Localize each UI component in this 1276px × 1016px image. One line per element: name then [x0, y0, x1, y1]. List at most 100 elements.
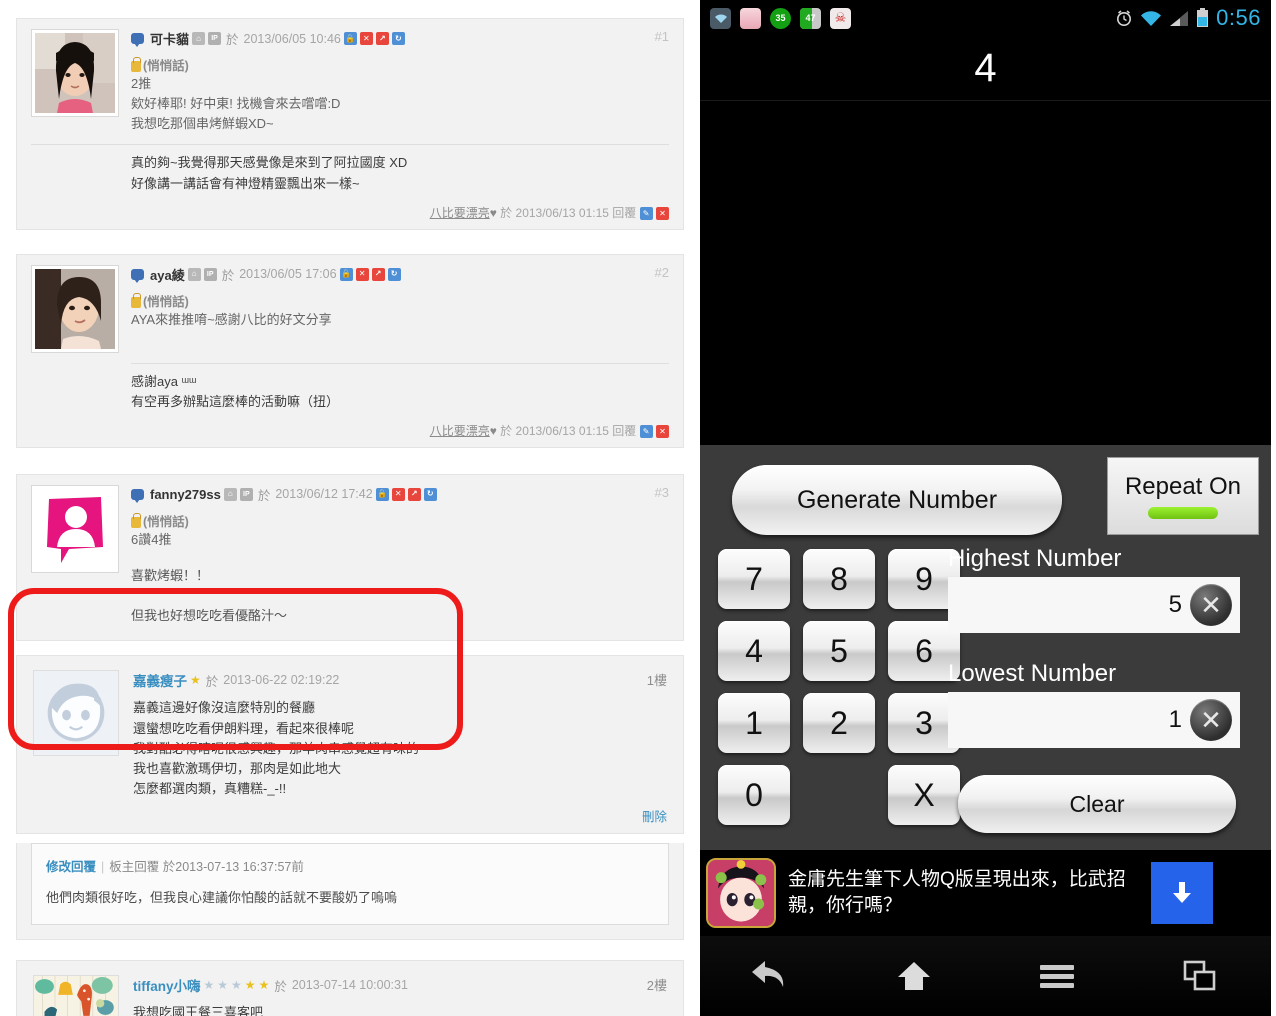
secret-note: (悄悄話) — [131, 511, 669, 530]
key-8[interactable]: 8 — [803, 549, 875, 609]
comment-line: 怎麼都選肉類，真糟糕-_-!! — [133, 780, 287, 796]
lock-icon[interactable]: 🔒 — [339, 267, 353, 281]
red-no-signal-icon: ☠ — [830, 7, 851, 29]
board-reply-box: 修改回覆 | 板主回覆 於2013-07-13 16:37:57前 他們肉類很好吃，… — [31, 843, 669, 926]
repeat-toggle-button[interactable]: Repeat On — [1107, 457, 1259, 535]
lowest-number-input[interactable]: 1 ✕ — [948, 692, 1240, 748]
avatar[interactable] — [33, 670, 119, 757]
home-icon[interactable]: ⌂ — [223, 487, 237, 501]
avatar[interactable] — [31, 29, 119, 117]
reply-at-label: 於 — [500, 423, 513, 438]
wifi-icon — [1141, 10, 1162, 26]
key-x-backspace[interactable]: X — [888, 765, 960, 825]
quote-icon[interactable]: ↗ — [407, 487, 421, 501]
home-icon — [898, 962, 931, 990]
avatar-animal-pattern — [34, 976, 118, 1016]
comment-header: 嘉義瘦子 ★ 於 2013-06-22 02:19:22 — [133, 670, 667, 690]
avatar[interactable] — [31, 264, 119, 353]
star-icon: ★ — [203, 978, 215, 993]
key-4[interactable]: 4 — [718, 621, 790, 681]
post-reply-line: 有空再多辦點這麼棒的活動嘛（扭） — [131, 393, 340, 409]
lowest-number-value: 1 — [1168, 706, 1182, 733]
edit-reply-link[interactable]: 修改回覆 — [46, 860, 96, 874]
refresh-icon[interactable]: ↻ — [387, 267, 401, 281]
edit-icon[interactable]: ✎ — [639, 425, 653, 439]
highest-number-input[interactable]: 5 ✕ — [948, 577, 1240, 633]
post-datetime: 2013/06/12 17:42 — [275, 487, 373, 502]
quote-icon[interactable]: ↗ — [375, 32, 389, 45]
avatar[interactable] — [31, 484, 119, 573]
post-username[interactable]: fanny279ss — [150, 487, 221, 502]
highest-number-value: 5 — [1168, 591, 1182, 618]
comment-line: 我想吃國王餐三喜客吧 — [133, 1005, 264, 1016]
refresh-icon[interactable]: ↻ — [423, 487, 437, 501]
comment-at-label: 於 — [274, 979, 287, 994]
post-datetime: 2013/06/05 17:06 — [239, 267, 337, 282]
secret-note: (悄悄話) — [131, 55, 669, 74]
avatar[interactable] — [33, 975, 119, 1016]
separator: | — [101, 860, 105, 875]
ip-icon[interactable]: IP — [239, 487, 253, 501]
delete-icon[interactable]: ✕ — [391, 487, 405, 501]
heart-icon: ♥ — [489, 423, 497, 438]
reply-author-link[interactable]: 八比要漂亮 — [430, 424, 490, 438]
key-2[interactable]: 2 — [803, 693, 875, 753]
battery-icon — [1197, 8, 1209, 27]
post-header: fanny279ss ⌂ IP 於 2013/06/12 17:42 🔒 ✕ ↗… — [131, 485, 669, 504]
back-icon — [752, 961, 784, 987]
android-screenshot-panel: 35 47 ☠ 0:56 4 Generate Number Repeat On… — [700, 0, 1271, 1016]
ad-banner[interactable]: 金庸先生筆下人物Q版呈現出來，比武招親，你行嗎？ — [700, 850, 1271, 936]
speech-bubble-icon — [131, 268, 144, 283]
reply-author-link[interactable]: 八比要漂亮 — [430, 206, 490, 220]
controls-panel: Generate Number Repeat On 7 8 9 4 5 6 1 — [700, 445, 1271, 850]
post-username[interactable]: aya綾 — [150, 265, 185, 284]
comment-username[interactable]: tiffany小嗨 — [133, 975, 201, 995]
download-arrow-icon — [1173, 882, 1191, 903]
nav-back-button[interactable] — [721, 946, 821, 1006]
key-1[interactable]: 1 — [718, 693, 790, 753]
delete-comment-button[interactable]: 刪除 — [642, 806, 667, 825]
refresh-icon[interactable]: ↻ — [391, 32, 405, 45]
key-5[interactable]: 5 — [803, 621, 875, 681]
post-datetime: 2013/06/05 10:46 — [243, 31, 341, 46]
star-icon: ★ — [244, 978, 256, 993]
ip-icon[interactable]: IP — [208, 32, 222, 45]
home-icon[interactable]: ⌂ — [187, 267, 201, 281]
speech-bubble-icon — [131, 488, 144, 503]
generate-number-button[interactable]: Generate Number — [732, 465, 1062, 535]
comment-at-label: 於 — [205, 674, 219, 689]
speech-bubble-icon — [131, 33, 144, 47]
menu-icon — [1039, 965, 1074, 988]
post-item: #1 可卡貓 ⌂ IP 於 2013/06/05 10:46 🔒 ✕ ↗ ↻ (… — [16, 18, 684, 230]
board-reply-wrapper: 修改回覆 | 板主回覆 於2013-07-13 16:37:57前 他們肉類很好吃，… — [16, 843, 684, 941]
clear-lowest-icon[interactable]: ✕ — [1190, 699, 1232, 741]
clear-highest-icon[interactable]: ✕ — [1190, 584, 1232, 626]
edit-icon[interactable]: ✎ — [639, 207, 653, 221]
post-username[interactable]: 可卡貓 — [150, 29, 189, 48]
post-meta: 6讚4推 — [131, 531, 172, 547]
status-clock: 0:56 — [1216, 5, 1261, 30]
comment-username[interactable]: 嘉義瘦子 — [133, 670, 187, 690]
key-0[interactable]: 0 — [718, 765, 790, 825]
delete-icon[interactable]: ✕ — [359, 32, 373, 45]
comment-line: 嘉義這邊好像沒這麼特別的餐廳 — [133, 700, 316, 716]
home-icon[interactable]: ⌂ — [192, 32, 206, 45]
delete-icon[interactable]: ✕ — [355, 267, 369, 281]
quote-icon[interactable]: ↗ — [371, 267, 385, 281]
ad-download-button[interactable] — [1151, 862, 1213, 924]
divider — [31, 144, 669, 146]
delete-icon[interactable]: ✕ — [656, 425, 669, 439]
nav-menu-button[interactable] — [1007, 946, 1107, 1006]
clear-button[interactable]: Clear — [958, 775, 1236, 833]
delete-icon[interactable]: ✕ — [656, 207, 669, 221]
post-header: aya綾 ⌂ IP 於 2013/06/05 17:06 🔒 ✕ ↗ ↻ — [131, 265, 669, 284]
ad-character-icon — [708, 860, 774, 926]
heart-icon: ♥ — [489, 205, 497, 220]
lowest-number-label: Lowest Number — [948, 660, 1117, 687]
lock-icon[interactable]: 🔒 — [375, 487, 389, 501]
ip-icon[interactable]: IP — [203, 267, 217, 281]
lock-icon[interactable]: 🔒 — [343, 32, 357, 45]
nav-home-button[interactable] — [864, 946, 964, 1006]
key-7[interactable]: 7 — [718, 549, 790, 609]
nav-recents-button[interactable] — [1150, 946, 1250, 1006]
